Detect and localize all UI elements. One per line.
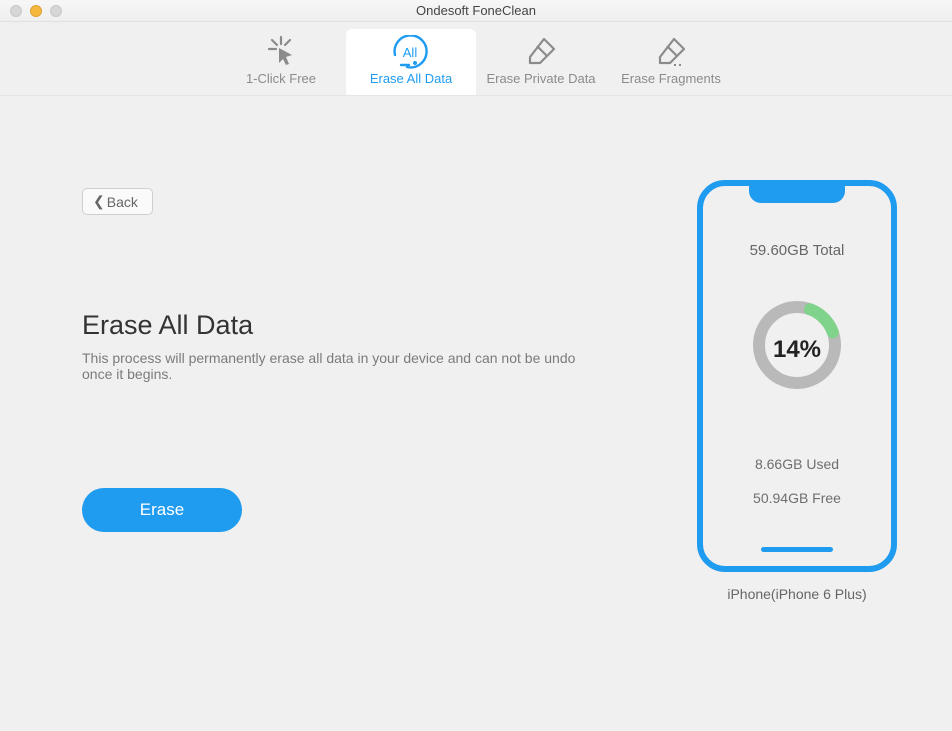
- cursor-click-icon: [265, 35, 297, 69]
- erase-button[interactable]: Erase: [82, 488, 242, 532]
- tabstrip: 1-Click Free All Erase All Data Erase Pr…: [0, 22, 952, 96]
- page-subtext: This process will permanently erase all …: [82, 350, 602, 382]
- storage-free: 50.94GB Free: [703, 490, 891, 506]
- storage-percent: 14%: [703, 336, 891, 364]
- erase-all-icon: All: [391, 35, 431, 69]
- tab-label: 1-Click Free: [246, 71, 316, 86]
- back-button[interactable]: ❮ Back: [82, 188, 153, 215]
- tab-label: Erase All Data: [370, 71, 452, 86]
- page-title: Erase All Data: [82, 310, 253, 341]
- content-area: ❮ Back Erase All Data This process will …: [0, 96, 952, 731]
- window-title: Ondesoft FoneClean: [0, 3, 952, 18]
- tab-1click-free[interactable]: 1-Click Free: [216, 29, 346, 95]
- device-illustration: 59.60GB Total 14% 8.66GB Used 50.94GB Fr…: [697, 180, 897, 572]
- device-name: iPhone(iPhone 6 Plus): [727, 586, 866, 602]
- titlebar: Ondesoft FoneClean: [0, 0, 952, 22]
- minimize-window-button[interactable]: [30, 5, 42, 17]
- close-window-button[interactable]: [10, 5, 22, 17]
- device-panel: 59.60GB Total 14% 8.66GB Used 50.94GB Fr…: [642, 96, 952, 731]
- chevron-left-icon: ❮: [93, 193, 105, 210]
- eraser-icon: [524, 35, 558, 69]
- back-label: Back: [107, 194, 138, 210]
- zoom-window-button[interactable]: [50, 5, 62, 17]
- left-pane: ❮ Back Erase All Data This process will …: [0, 96, 642, 731]
- storage-used: 8.66GB Used: [703, 456, 891, 472]
- phone-home-indicator-icon: [761, 547, 833, 552]
- window-controls: [0, 5, 62, 17]
- tab-erase-all-data[interactable]: All Erase All Data: [346, 29, 476, 95]
- tab-label: Erase Private Data: [486, 71, 595, 86]
- phone-notch-icon: [749, 185, 845, 203]
- tab-erase-fragments[interactable]: Erase Fragments: [606, 29, 736, 95]
- erase-button-label: Erase: [140, 500, 184, 520]
- storage-total: 59.60GB Total: [750, 242, 845, 259]
- svg-text:All: All: [403, 45, 418, 60]
- eraser-fragments-icon: [654, 35, 688, 69]
- tab-label: Erase Fragments: [621, 71, 721, 86]
- tab-erase-private-data[interactable]: Erase Private Data: [476, 29, 606, 95]
